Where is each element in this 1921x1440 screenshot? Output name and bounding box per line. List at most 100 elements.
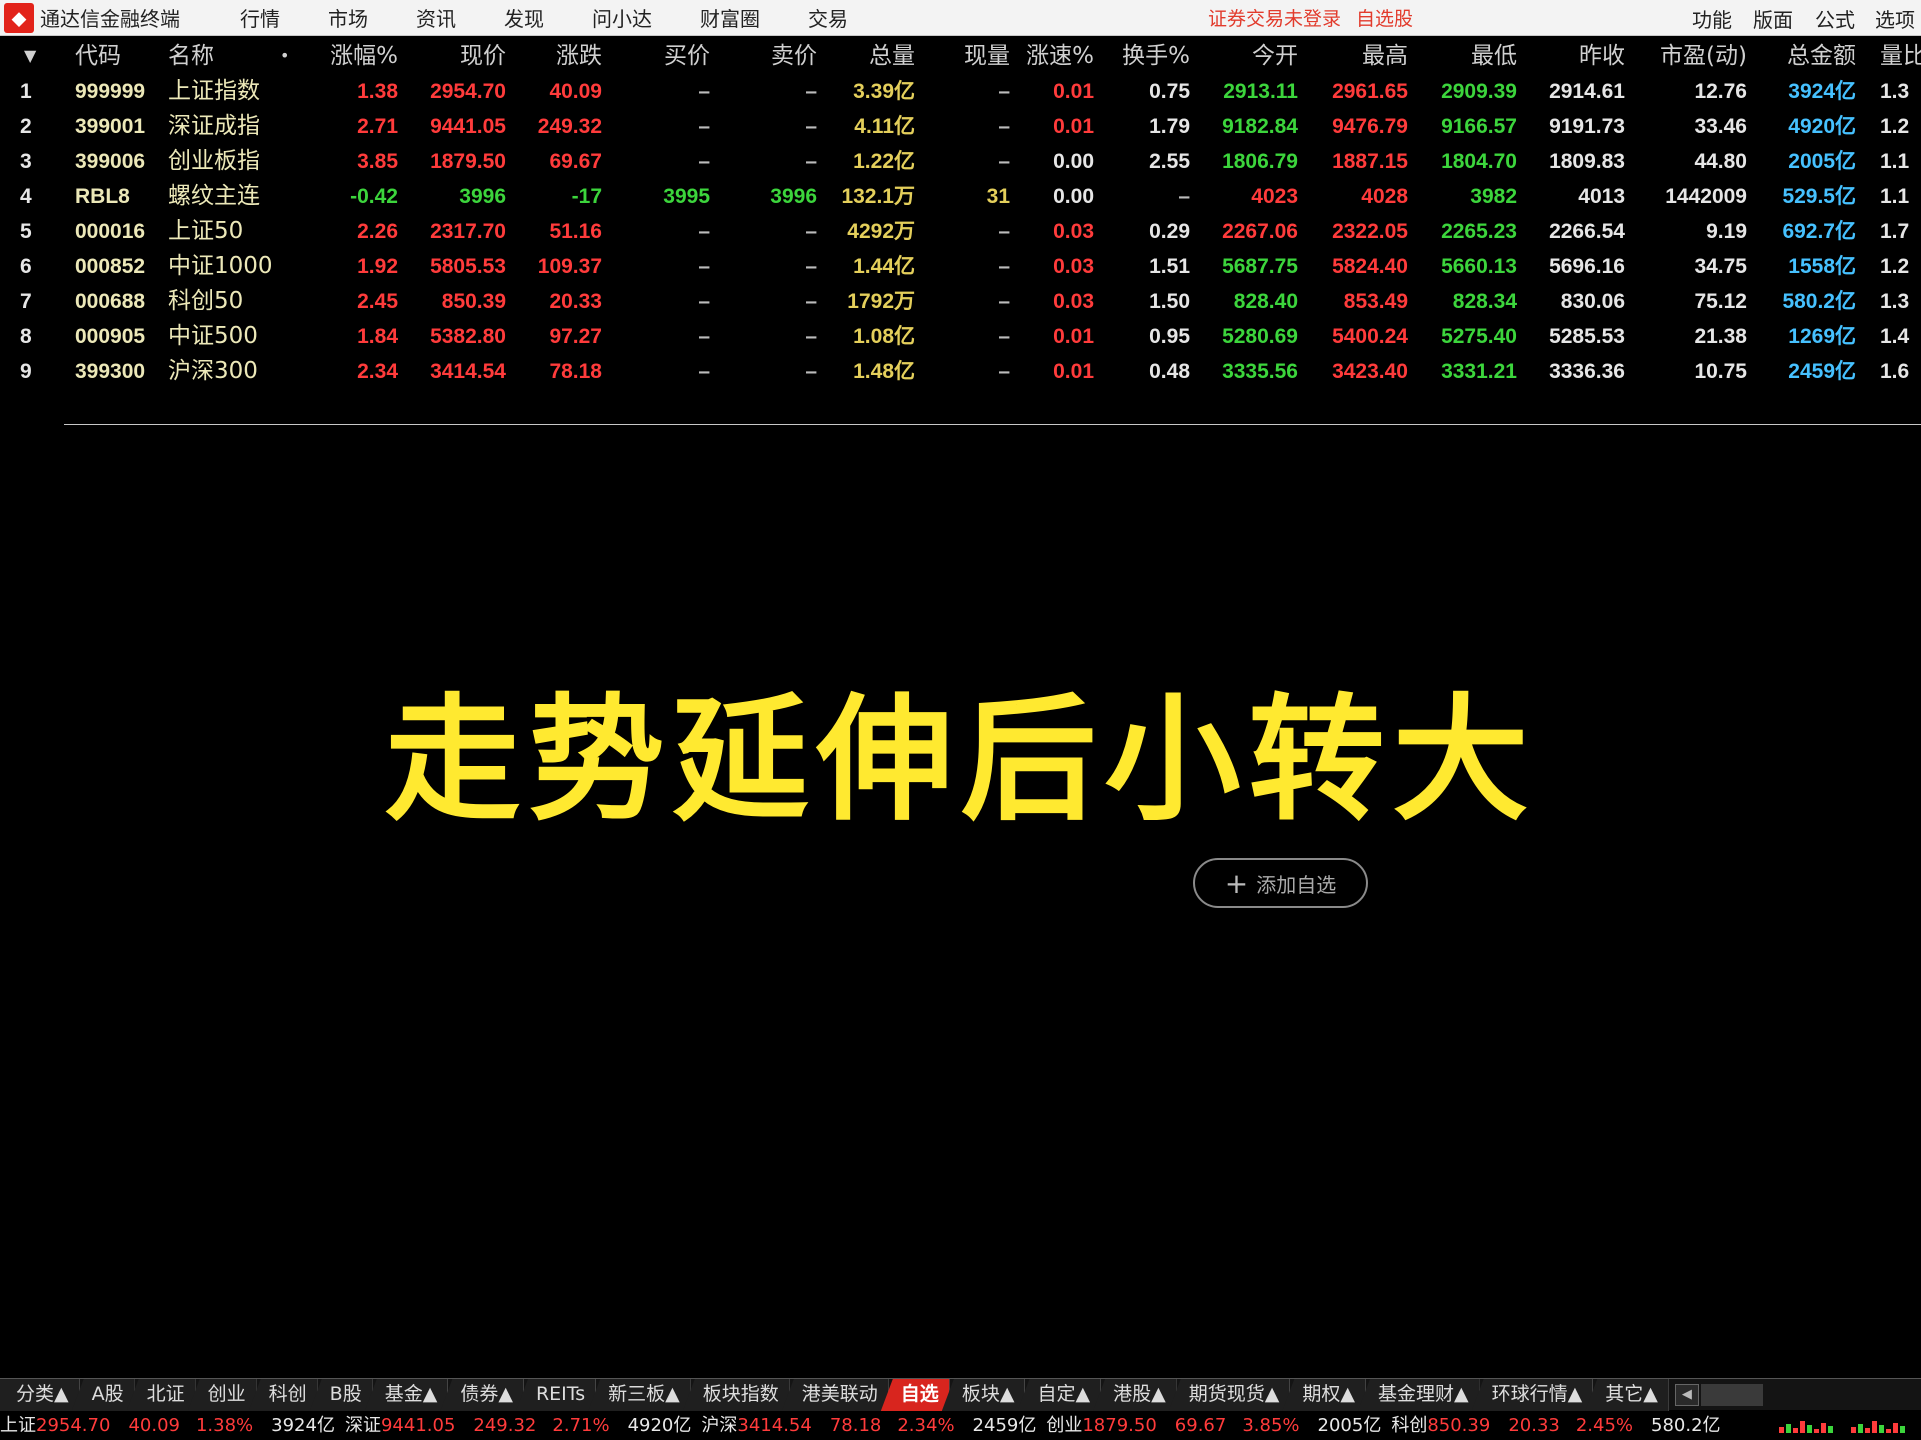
sort-arrow-icon[interactable]: ▼ — [24, 38, 36, 73]
market-tab[interactable]: 债券▲ — [440, 1379, 524, 1411]
column-header[interactable]: 最低 — [1410, 38, 1517, 73]
market-tab[interactable]: 自选 — [880, 1379, 950, 1411]
cell-pe: 1442009 — [1665, 185, 1747, 208]
login-status-link[interactable]: 证券交易未登录 — [1208, 4, 1341, 31]
column-header[interactable]: 涨幅% — [298, 38, 398, 73]
menu-item[interactable]: 财富圈 — [700, 3, 760, 32]
table-row[interactable]: 3 399006 创业板指 3.85 1879.50 69.67 – – 1.22亿 – 0.00 2… — [0, 144, 1921, 179]
column-header[interactable]: 换手% — [1098, 38, 1190, 73]
market-tab[interactable]: 其它▲ — [1585, 1379, 1669, 1411]
column-header[interactable]: 现价 — [400, 38, 506, 73]
column-header[interactable]: 买价 — [610, 38, 710, 73]
tab-scrollbar[interactable] — [1700, 1384, 1763, 1406]
market-tab[interactable]: 期货现货▲ — [1168, 1379, 1291, 1411]
cell-open: 5687.75 — [1222, 255, 1298, 278]
index-name[interactable]: 深证 — [345, 1411, 381, 1440]
cell-pct: 3.85 — [357, 150, 398, 173]
cell-chg: 20.33 — [549, 290, 602, 313]
menu-function[interactable]: 功能 — [1692, 4, 1732, 33]
cell-speed: 0.01 — [1053, 325, 1094, 348]
column-header[interactable]: 总金额 — [1750, 38, 1856, 73]
menu-formula[interactable]: 公式 — [1815, 4, 1855, 33]
cell-code: 399001 — [75, 115, 146, 138]
market-tab[interactable]: 板块指数 — [682, 1379, 790, 1411]
market-tab[interactable]: A股 — [71, 1379, 135, 1411]
market-tab[interactable]: 自定▲ — [1017, 1379, 1102, 1411]
cell-vol: 1.48亿 — [853, 360, 915, 383]
column-header[interactable]: 最高 — [1300, 38, 1408, 73]
menu-bar: ⬥ 通达信金融终端 行情 市场 资讯 发现 问小达 财富圈 交易 证券交易未登录 自选股 功… — [0, 0, 1921, 36]
self-select-link[interactable]: 自选股 — [1356, 4, 1413, 31]
cell-high: 5824.40 — [1332, 255, 1408, 278]
column-header[interactable]: 总量 — [820, 38, 915, 73]
market-tab[interactable]: 北证 — [126, 1379, 196, 1411]
column-header[interactable]: 现量 — [925, 38, 1010, 73]
menu-item[interactable]: 问小达 — [592, 3, 652, 32]
column-header[interactable]: 涨速% — [1012, 38, 1094, 73]
index-price: 2954.70 — [36, 1415, 111, 1436]
table-row[interactable]: 6 000852 中证1000 1.92 5805.53 109.37 – – 1.44亿 – 0.… — [0, 249, 1921, 284]
cell-cur: – — [998, 325, 1010, 348]
market-tab[interactable]: 基金▲ — [364, 1379, 449, 1411]
market-tab[interactable]: B股 — [309, 1379, 373, 1411]
cell-pct: 1.84 — [357, 325, 398, 348]
cell-price: 3996 — [459, 185, 506, 208]
cell-vol: 1792万 — [847, 290, 915, 313]
index-name[interactable]: 科创 — [1391, 1411, 1427, 1440]
cell-idx: 8 — [20, 325, 32, 348]
market-tab[interactable]: 环球行情▲ — [1471, 1379, 1594, 1411]
cell-pe: 44.80 — [1694, 150, 1747, 173]
table-row[interactable]: 9 399300 沪深300 2.34 3414.54 78.18 – – 1.48亿 – 0.01… — [0, 354, 1921, 389]
menu-item[interactable]: 资讯 — [416, 3, 456, 32]
index-name[interactable]: 创业 — [1046, 1411, 1082, 1440]
menu-item[interactable]: 市场 — [328, 3, 368, 32]
index-name[interactable]: 上证 — [0, 1411, 36, 1440]
menu-options[interactable]: 选项 — [1875, 4, 1915, 33]
menu-layout[interactable]: 版面 — [1753, 4, 1793, 33]
add-to-watchlist-button[interactable]: + 添加自选 — [1193, 858, 1368, 908]
index-name[interactable]: 沪深 — [701, 1411, 737, 1440]
cell-cur: – — [998, 290, 1010, 313]
market-tab[interactable]: 创业 — [187, 1379, 257, 1411]
market-tab[interactable]: 新三板▲ — [588, 1379, 691, 1411]
mini-bar — [1807, 1425, 1812, 1433]
market-tab[interactable]: 期权▲ — [1282, 1379, 1366, 1411]
column-header[interactable]: 市盈(动) — [1630, 38, 1747, 73]
market-tab[interactable]: 分类▲ — [0, 1379, 80, 1411]
cell-chg: 97.27 — [549, 325, 602, 348]
cell-price: 2317.70 — [430, 220, 506, 243]
cell-turn: 1.79 — [1149, 115, 1190, 138]
market-tab[interactable]: 港美联动 — [781, 1379, 889, 1411]
cell-price: 2954.70 — [430, 80, 506, 103]
column-header[interactable]: 涨跌 — [510, 38, 602, 73]
table-divider — [64, 424, 1921, 425]
market-tab[interactable]: 科创 — [248, 1379, 318, 1411]
table-row[interactable]: 2 399001 深证成指 2.71 9441.05 249.32 – – 4.11亿 – 0.01… — [0, 109, 1921, 144]
tab-scroll-left-icon[interactable]: ◀ — [1674, 1384, 1699, 1406]
table-row[interactable]: 4 RBL8 螺纹主连 -0.42 3996 -17 3995 3996 132.1万 31 0.0… — [0, 179, 1921, 214]
mini-bar — [1865, 1428, 1870, 1433]
market-tab[interactable]: REITs — [515, 1379, 597, 1411]
column-header[interactable]: 卖价 — [715, 38, 817, 73]
menu-item[interactable]: 发现 — [504, 3, 544, 32]
cell-pct: 1.38 — [357, 80, 398, 103]
cell-code: 399300 — [75, 360, 146, 383]
market-tab[interactable]: 港股▲ — [1093, 1379, 1177, 1411]
market-tab[interactable]: 基金理财▲ — [1357, 1379, 1480, 1411]
market-tab[interactable]: 板块▲ — [941, 1379, 1026, 1411]
table-row[interactable]: 8 000905 中证500 1.84 5382.80 97.27 – – 1.08亿 – 0.01… — [0, 319, 1921, 354]
cell-low: 1804.70 — [1441, 150, 1517, 173]
cell-open: 3335.56 — [1222, 360, 1298, 383]
table-row[interactable]: 7 000688 科创50 2.45 850.39 20.33 – – 1792万 – 0.03 1.… — [0, 284, 1921, 319]
index-amt: 2005亿 — [1317, 1415, 1382, 1436]
table-row[interactable]: 5 000016 上证50 2.26 2317.70 51.16 – – 4292万 – 0.03 0… — [0, 214, 1921, 249]
cell-high: 853.49 — [1343, 290, 1408, 313]
column-header[interactable]: 今开 — [1192, 38, 1298, 73]
cell-prev: 5696.16 — [1549, 255, 1625, 278]
column-header[interactable]: 昨收 — [1520, 38, 1625, 73]
column-header[interactable]: 量比 — [1880, 38, 1921, 73]
menu-item[interactable]: 行情 — [240, 3, 280, 32]
table-row[interactable]: 1 999999 上证指数 1.38 2954.70 40.09 – – 3.39亿 – 0.01 0… — [0, 74, 1921, 109]
table-header-row: ▼ 代码 名称 涨幅% 现价 涨跌 买价 卖价 总量 现量 涨速% 换手% 今开 最高 最低 昨收 市盈(动) 总… — [0, 38, 1921, 74]
menu-item[interactable]: 交易 — [808, 3, 848, 32]
